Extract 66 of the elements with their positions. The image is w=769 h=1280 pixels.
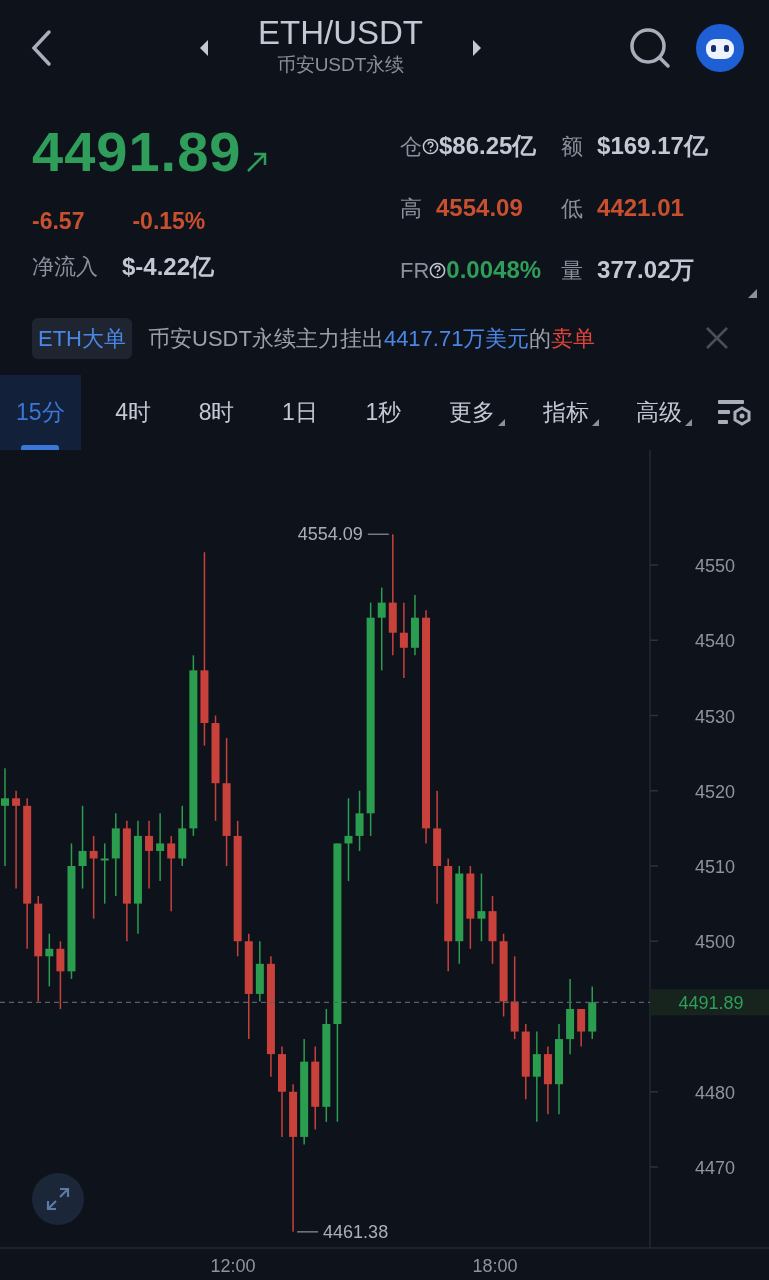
price-change: -6.57: [32, 207, 85, 236]
robot-avatar-icon[interactable]: [695, 22, 745, 73]
chart-settings-icon[interactable]: [716, 397, 753, 428]
candlestick: [56, 940, 65, 1010]
expand-corner-icon[interactable]: [748, 289, 757, 298]
axis-label: 4540: [695, 631, 735, 652]
expand-icon[interactable]: [44, 1185, 72, 1213]
candlestick: [488, 895, 497, 965]
help-icon[interactable]: [429, 261, 447, 279]
leader-line: [296, 1231, 319, 1233]
market-subtitle: 币安USDT永续: [275, 53, 406, 78]
interval-tab[interactable]: 1日: [269, 375, 331, 450]
axis-label: 12:00: [210, 1256, 256, 1276]
interval-tab[interactable]: 15分: [0, 375, 81, 450]
last-price: 4491.89: [32, 124, 242, 180]
candlestick: [543, 1045, 552, 1116]
axis-label: 4470: [695, 1158, 735, 1178]
last-price-label: 4491.89: [678, 993, 744, 1014]
stat-value: $169.17亿: [597, 131, 708, 161]
axis-label: 4480: [695, 1082, 735, 1103]
candlestick: [477, 872, 486, 942]
candlestick: [45, 933, 54, 988]
candlestick: [156, 812, 165, 882]
candlestick: [410, 594, 419, 657]
axis-label: 18:00: [472, 1256, 518, 1276]
axis-label: 4500: [695, 932, 735, 953]
help-icon[interactable]: [422, 137, 439, 155]
high-price-label: 4554.09: [297, 524, 363, 545]
alert-message: 币安USDT永续主力挂出4417.71万美元的卖单: [148, 324, 597, 353]
candlestick: [577, 1008, 586, 1048]
stat-label: 额: [561, 132, 584, 161]
back-button[interactable]: [30, 28, 52, 67]
stat-label: FR: [400, 256, 430, 285]
stat-value: 4554.09: [436, 193, 523, 223]
pair-title: ETH/USDT: [258, 15, 423, 52]
stat-label: 量: [561, 256, 584, 285]
stat-value: $86.25亿: [439, 131, 537, 161]
axis-label: 4530: [695, 706, 735, 727]
interval-tab[interactable]: 高级: [623, 375, 696, 450]
percent-change: -0.15%: [132, 207, 206, 236]
axis-label: 4520: [695, 781, 735, 802]
interval-tab[interactable]: 1秒: [352, 375, 415, 450]
stat-value: 377.02万: [597, 255, 695, 285]
candlestick: [355, 790, 364, 852]
candlestick: [178, 805, 187, 867]
interval-tab[interactable]: 8时: [185, 375, 248, 450]
netflow-value: $-4.22亿: [122, 251, 215, 282]
axis-label: 4510: [695, 857, 735, 877]
candlestick: [145, 820, 154, 890]
search-button[interactable]: [629, 26, 671, 69]
leader-line: [367, 533, 390, 535]
interval-tab[interactable]: 4时: [102, 375, 165, 450]
stat-label: 仓: [400, 132, 422, 161]
stat-value: 0.0048%: [446, 255, 542, 285]
stat-label: 低: [561, 194, 584, 223]
alert-tag: ETH大单: [32, 317, 132, 359]
axis-label: 4550: [695, 556, 735, 576]
candlestick: [100, 842, 109, 905]
stat-label: 高: [400, 194, 422, 223]
netflow-label: 净流入: [32, 253, 98, 281]
low-price-label: 4461.38: [323, 1221, 389, 1242]
interval-tab[interactable]: 更多: [436, 375, 508, 450]
interval-tab[interactable]: 指标: [529, 375, 602, 450]
stat-value: 4421.01: [597, 193, 684, 223]
candlestick: [588, 985, 597, 1040]
candlestick: [255, 940, 264, 1003]
